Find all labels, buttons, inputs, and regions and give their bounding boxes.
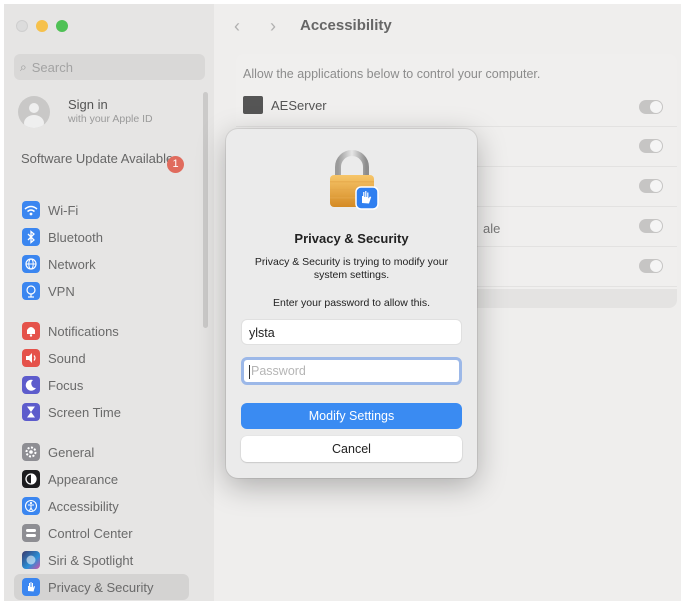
avatar [18, 96, 50, 128]
sign-in-apple-id[interactable]: Sign in with your Apple ID [18, 96, 153, 128]
minimize-button[interactable] [36, 20, 48, 32]
sidebar-item-label: General [48, 444, 95, 460]
sidebar-item-label: Focus [48, 377, 84, 393]
username-field[interactable]: ylsta [241, 319, 462, 345]
sign-in-subtitle: with your Apple ID [68, 113, 153, 125]
globe-icon [22, 255, 40, 273]
sidebar-item-label: Siri & Spotlight [48, 552, 134, 568]
bell-icon [22, 322, 40, 340]
app-name-partial: ale [483, 221, 501, 236]
app-name: AEServer [271, 98, 327, 113]
page-title: Accessibility [300, 17, 392, 34]
siri-icon [22, 551, 40, 569]
forward-chevron-icon[interactable]: › [270, 16, 276, 37]
sidebar-item-sound[interactable]: Sound [14, 345, 189, 371]
app-toggle[interactable] [639, 259, 663, 273]
sidebar-item-label: Wi-Fi [48, 202, 79, 218]
search-field[interactable]: ⌕ Search [14, 54, 205, 80]
software-update-badge: 1 [167, 156, 184, 173]
sidebar-item-label: Sound [48, 350, 86, 366]
sidebar-scrollbar[interactable] [203, 92, 208, 328]
lock-icon [330, 150, 379, 210]
sidebar-item-appearance[interactable]: Appearance [14, 466, 189, 492]
back-chevron-icon[interactable]: ‹ [234, 16, 240, 37]
dialog-title: Privacy & Security [294, 231, 409, 246]
control-center-icon [22, 524, 40, 542]
sidebar-item-screen-time[interactable]: Screen Time [14, 399, 189, 425]
sidebar-item-wifi[interactable]: Wi-Fi [14, 197, 189, 223]
sidebar-item-label: Screen Time [48, 404, 121, 420]
sidebar-item-label: Network [48, 256, 96, 272]
sidebar-item-control-center[interactable]: Control Center [14, 520, 189, 546]
sidebar-item-siri-spotlight[interactable]: Siri & Spotlight [14, 547, 189, 573]
sidebar-item-focus[interactable]: Focus [14, 372, 189, 398]
sidebar-item-vpn[interactable]: VPN [14, 278, 189, 304]
modify-settings-button[interactable]: Modify Settings [241, 403, 462, 429]
sidebar-item-accessibility[interactable]: Accessibility [14, 493, 189, 519]
close-button[interactable] [16, 20, 28, 32]
speaker-icon [22, 349, 40, 367]
sidebar-item-label: Accessibility [48, 498, 119, 514]
sidebar-item-bluetooth[interactable]: Bluetooth [14, 224, 189, 250]
moon-icon [22, 376, 40, 394]
sidebar-item-notifications[interactable]: Notifications [14, 318, 189, 344]
app-toggle[interactable] [639, 179, 663, 193]
appearance-icon [22, 470, 40, 488]
software-update-available[interactable]: Software Update Available [21, 151, 191, 166]
app-row-aeserver: AEServer [236, 87, 677, 127]
sidebar-item-network[interactable]: Network [14, 251, 189, 277]
hand-icon [22, 578, 40, 596]
auth-dialog: Privacy & Security Privacy & Security is… [226, 129, 477, 478]
terminal-icon [243, 96, 263, 114]
vpn-icon [22, 282, 40, 300]
sidebar: ⌕ Search Sign in with your Apple ID Soft… [4, 4, 214, 601]
sidebar-item-label: Bluetooth [48, 229, 103, 245]
sidebar-item-privacy-security[interactable]: Privacy & Security [14, 574, 189, 600]
wifi-icon [22, 201, 40, 219]
cancel-button[interactable]: Cancel [241, 436, 462, 462]
search-placeholder: Search [31, 59, 73, 75]
sidebar-item-label: VPN [48, 283, 75, 299]
dialog-prompt: Enter your password to allow this. [273, 297, 430, 309]
search-icon: ⌕ [20, 59, 27, 74]
sidebar-item-label: Notifications [48, 323, 119, 339]
sidebar-item-label: Privacy & Security [48, 579, 154, 595]
app-toggle[interactable] [639, 219, 663, 233]
accessibility-icon [22, 497, 40, 515]
text-caret [249, 364, 250, 379]
sidebar-item-label: Control Center [48, 525, 133, 541]
app-toggle[interactable] [639, 100, 663, 114]
zoom-button[interactable] [56, 20, 68, 32]
bluetooth-icon [22, 228, 40, 246]
password-field[interactable]: Password [241, 357, 462, 385]
sign-in-title: Sign in [68, 97, 108, 112]
window-controls [16, 20, 68, 32]
sidebar-item-label: Appearance [48, 471, 119, 487]
app-toggle[interactable] [639, 139, 663, 153]
hourglass-icon [22, 403, 40, 421]
sidebar-item-general[interactable]: General [14, 439, 189, 465]
gear-icon [22, 443, 40, 461]
panel-description: Allow the applications below to control … [243, 67, 541, 81]
password-placeholder: Password [251, 364, 306, 378]
dialog-message: Privacy & Security is trying to modify y… [254, 256, 449, 281]
